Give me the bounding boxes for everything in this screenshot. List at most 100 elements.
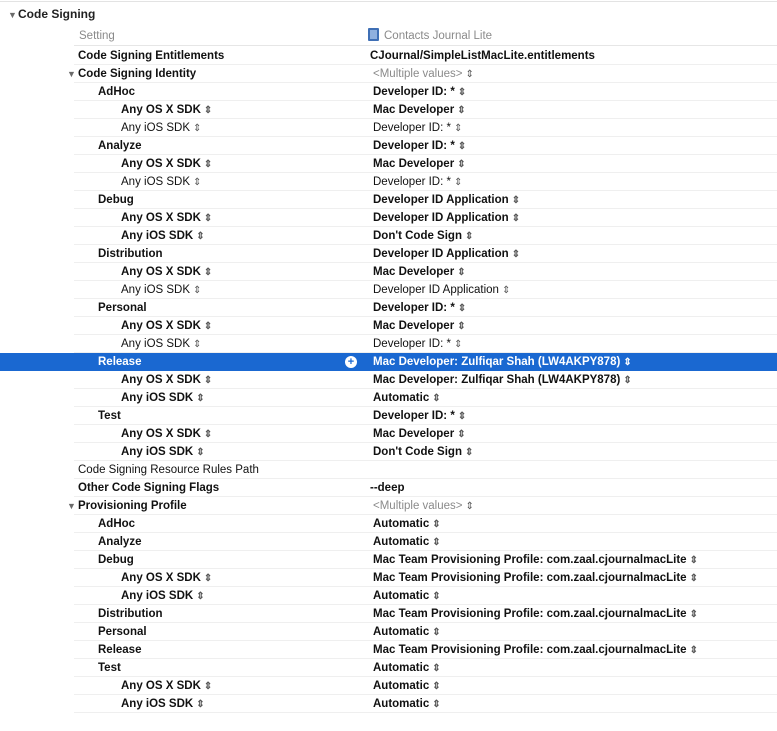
setting-row[interactable]: Test Automatic ⇕ (0, 659, 777, 677)
setting-row[interactable]: Any OS X SDK ⇕ Mac Developer ⇕ (0, 425, 777, 443)
setting-row[interactable]: Any OS X SDK ⇕ Mac Developer ⇕ (0, 317, 777, 335)
stepper-icon[interactable]: ⇕ (196, 447, 204, 458)
stepper-icon[interactable]: ⇕ (432, 591, 440, 602)
stepper-icon[interactable]: ⇕ (204, 105, 212, 116)
stepper-icon[interactable]: ⇕ (432, 681, 440, 692)
stepper-icon[interactable]: ⇕ (204, 375, 212, 386)
setting-row[interactable]: ▼ Code Signing Identity <Multiple values> ⇕ (0, 65, 777, 83)
setting-row[interactable]: Any OS X SDK ⇕ Mac Team Provisioning Profi… (0, 569, 777, 587)
column-target[interactable]: Contacts Journal Lite (368, 26, 492, 46)
stepper-icon[interactable]: ⇕ (454, 177, 462, 188)
stepper-icon[interactable]: ⇕ (690, 555, 698, 566)
stepper-icon[interactable]: ⇕ (196, 699, 204, 710)
setting-row[interactable]: Release Mac Team Provisioning Profile: co… (0, 641, 777, 659)
setting-row[interactable]: Any iOS SDK ⇕ Developer ID Application ⇕ (0, 281, 777, 299)
setting-row[interactable]: Any iOS SDK ⇕ Automatic ⇕ (0, 587, 777, 605)
stepper-icon[interactable]: ⇕ (432, 519, 440, 530)
stepper-icon[interactable]: ⇕ (457, 159, 465, 170)
stepper-icon[interactable]: ⇕ (193, 285, 201, 296)
stepper-icon[interactable]: ⇕ (690, 609, 698, 620)
stepper-icon[interactable]: ⇕ (204, 159, 212, 170)
setting-row[interactable]: Distribution Developer ID Application ⇕ (0, 245, 777, 263)
stepper-icon[interactable]: ⇕ (466, 69, 474, 80)
section-header-code-signing[interactable]: ▼Code Signing (0, 2, 777, 26)
setting-row[interactable]: Any OS X SDK ⇕ Mac Developer ⇕ (0, 101, 777, 119)
add-condition-icon[interactable]: + (345, 356, 357, 368)
setting-row[interactable]: Code Signing Entitlements CJournal/Simple… (0, 47, 777, 65)
setting-row[interactable]: Release + Mac Developer: Zulfiqar Shah (LW… (0, 353, 777, 371)
setting-row[interactable]: Any OS X SDK ⇕ Developer ID Application ⇕ (0, 209, 777, 227)
setting-row[interactable]: Any iOS SDK ⇕ Don't Code Sign ⇕ (0, 227, 777, 245)
stepper-icon[interactable]: ⇕ (432, 627, 440, 638)
setting-row[interactable]: Debug Mac Team Provisioning Profile: com.… (0, 551, 777, 569)
stepper-icon[interactable]: ⇕ (457, 267, 465, 278)
stepper-icon[interactable]: ⇕ (502, 285, 510, 296)
stepper-icon[interactable]: ⇕ (196, 591, 204, 602)
setting-row[interactable]: Test Developer ID: * ⇕ (0, 407, 777, 425)
stepper-icon[interactable]: ⇕ (458, 411, 466, 422)
setting-row[interactable]: Personal Developer ID: * ⇕ (0, 299, 777, 317)
stepper-icon[interactable]: ⇕ (457, 321, 465, 332)
stepper-icon[interactable]: ⇕ (193, 339, 201, 350)
setting-row[interactable]: Any iOS SDK ⇕ Developer ID: * ⇕ (0, 119, 777, 137)
stepper-icon[interactable]: ⇕ (432, 393, 440, 404)
disclosure-triangle-icon[interactable]: ▼ (67, 65, 77, 83)
setting-row[interactable]: AdHoc Automatic ⇕ (0, 515, 777, 533)
stepper-icon[interactable]: ⇕ (454, 339, 462, 350)
setting-row[interactable]: Other Code Signing Flags --deep (0, 479, 777, 497)
setting-value[interactable]: --deep (370, 479, 405, 497)
stepper-icon[interactable]: ⇕ (432, 663, 440, 674)
setting-name-text: Any OS X SDK (121, 320, 201, 332)
setting-row[interactable]: Code Signing Resource Rules Path (0, 461, 777, 479)
setting-row[interactable]: Any iOS SDK ⇕ Developer ID: * ⇕ (0, 173, 777, 191)
setting-row[interactable]: Analyze Developer ID: * ⇕ (0, 137, 777, 155)
setting-row[interactable]: Any OS X SDK ⇕ Mac Developer: Zulfiqar Sha… (0, 371, 777, 389)
stepper-icon[interactable]: ⇕ (432, 537, 440, 548)
stepper-icon[interactable]: ⇕ (512, 195, 520, 206)
setting-row[interactable]: Any OS X SDK ⇕ Automatic ⇕ (0, 677, 777, 695)
stepper-icon[interactable]: ⇕ (204, 573, 212, 584)
stepper-icon[interactable]: ⇕ (196, 393, 204, 404)
stepper-icon[interactable]: ⇕ (465, 447, 473, 458)
stepper-icon[interactable]: ⇕ (458, 303, 466, 314)
setting-row[interactable]: Debug Developer ID Application ⇕ (0, 191, 777, 209)
stepper-icon[interactable]: ⇕ (193, 177, 201, 188)
stepper-icon[interactable]: ⇕ (204, 267, 212, 278)
setting-row[interactable]: ▼ Provisioning Profile <Multiple values> ⇕ (0, 497, 777, 515)
setting-row[interactable]: Any OS X SDK ⇕ Mac Developer ⇕ (0, 263, 777, 281)
stepper-icon[interactable]: ⇕ (204, 321, 212, 332)
stepper-icon[interactable]: ⇕ (204, 213, 212, 224)
setting-row[interactable]: Personal Automatic ⇕ (0, 623, 777, 641)
stepper-icon[interactable]: ⇕ (458, 87, 466, 98)
setting-row[interactable]: Any OS X SDK ⇕ Mac Developer ⇕ (0, 155, 777, 173)
setting-row[interactable]: Any iOS SDK ⇕ Don't Code Sign ⇕ (0, 443, 777, 461)
setting-row[interactable]: Any iOS SDK ⇕ Automatic ⇕ (0, 389, 777, 407)
stepper-icon[interactable]: ⇕ (432, 699, 440, 710)
stepper-icon[interactable]: ⇕ (196, 231, 204, 242)
stepper-icon[interactable]: ⇕ (465, 231, 473, 242)
stepper-icon[interactable]: ⇕ (457, 105, 465, 116)
setting-value[interactable]: CJournal/SimpleListMacLite.entitlements (370, 47, 595, 65)
stepper-icon[interactable]: ⇕ (466, 501, 474, 512)
stepper-icon[interactable]: ⇕ (204, 681, 212, 692)
stepper-icon[interactable]: ⇕ (204, 429, 212, 440)
setting-row[interactable]: Distribution Mac Team Provisioning Profil… (0, 605, 777, 623)
stepper-icon[interactable]: ⇕ (458, 141, 466, 152)
setting-row[interactable]: Analyze Automatic ⇕ (0, 533, 777, 551)
setting-value[interactable]: Mac Developer: Zulfiqar Shah (LW4AKPY878… (373, 353, 632, 372)
stepper-icon[interactable]: ⇕ (623, 357, 631, 368)
setting-row[interactable]: Any iOS SDK ⇕ Developer ID: * ⇕ (0, 335, 777, 353)
stepper-icon[interactable]: ⇕ (623, 375, 631, 386)
disclosure-triangle-icon[interactable]: ▼ (8, 3, 18, 27)
stepper-icon[interactable]: ⇕ (512, 213, 520, 224)
setting-name-text: Test (98, 662, 121, 674)
setting-row[interactable]: AdHoc Developer ID: * ⇕ (0, 83, 777, 101)
stepper-icon[interactable]: ⇕ (512, 249, 520, 260)
stepper-icon[interactable]: ⇕ (193, 123, 201, 134)
stepper-icon[interactable]: ⇕ (690, 573, 698, 584)
disclosure-triangle-icon[interactable]: ▼ (67, 497, 77, 515)
setting-row[interactable]: Any iOS SDK ⇕ Automatic ⇕ (0, 695, 777, 713)
stepper-icon[interactable]: ⇕ (457, 429, 465, 440)
stepper-icon[interactable]: ⇕ (690, 645, 698, 656)
stepper-icon[interactable]: ⇕ (454, 123, 462, 134)
